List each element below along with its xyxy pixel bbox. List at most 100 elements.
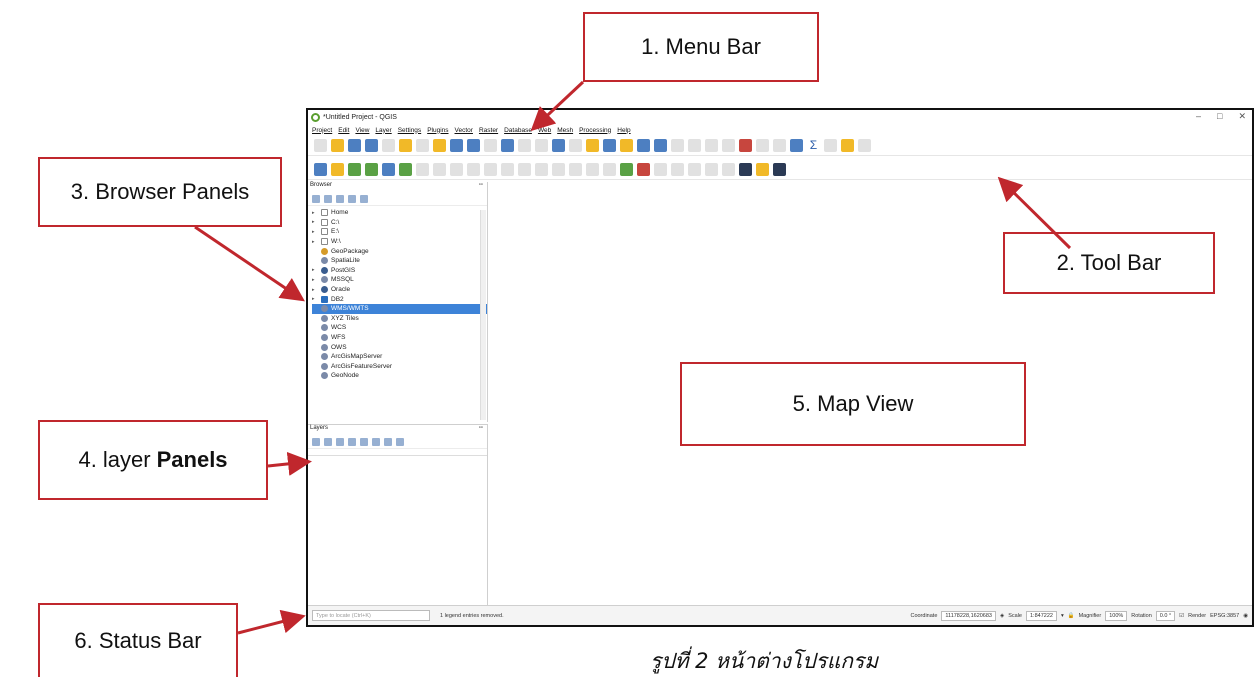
scale-field[interactable]: 1:847222 — [1026, 610, 1057, 621]
collapse-all-icon[interactable] — [348, 194, 356, 203]
browser-item-w-drive[interactable]: ▸ W:\ — [312, 237, 487, 247]
browser-item-oracle[interactable]: ▸ Oracle — [312, 285, 487, 295]
browser-item-postgis[interactable]: ▸ PostGIS — [312, 266, 487, 276]
browser-scrollbar[interactable] — [480, 210, 486, 420]
manage-themes-icon[interactable] — [336, 437, 344, 446]
panel-close-icon[interactable]: ▫▫ — [479, 425, 483, 435]
move-label-icon[interactable] — [688, 163, 701, 176]
menu-mesh[interactable]: Mesh — [557, 127, 573, 134]
new-project-icon[interactable] — [314, 139, 327, 152]
open-styling-icon[interactable] — [312, 437, 320, 446]
show-bookmarks-icon[interactable] — [637, 139, 650, 152]
crs-button[interactable]: EPSG:3857 — [1210, 613, 1239, 619]
statistics-panel-icon[interactable] — [773, 139, 786, 152]
zoom-in-icon[interactable] — [450, 139, 463, 152]
extents-toggle-icon[interactable]: ◈ — [1000, 613, 1004, 619]
close-button[interactable]: ✕ — [1238, 111, 1246, 122]
browser-item-wcs[interactable]: WCS — [312, 323, 487, 333]
identify-icon[interactable] — [671, 139, 684, 152]
copy-features-icon[interactable] — [535, 163, 548, 176]
rotate-label-icon[interactable] — [705, 163, 718, 176]
menu-plugins[interactable]: Plugins — [427, 127, 448, 134]
browser-item-home[interactable]: ▸ Home — [312, 208, 487, 218]
text-annotation-icon[interactable] — [858, 139, 871, 152]
select-icon[interactable] — [688, 139, 701, 152]
menu-database[interactable]: Database — [504, 127, 532, 134]
lock-icon[interactable]: 🔒 — [1068, 613, 1075, 619]
toolbox-icon[interactable] — [756, 139, 769, 152]
zoom-selection-icon[interactable] — [518, 139, 531, 152]
browser-item-e-drive[interactable]: ▸ E:\ — [312, 227, 487, 237]
settings-gear-icon[interactable] — [790, 139, 803, 152]
browser-item-xyz-tiles[interactable]: XYZ Tiles — [312, 314, 487, 324]
cut-features-icon[interactable] — [518, 163, 531, 176]
layers-list[interactable] — [308, 455, 487, 605]
browser-item-spatialite[interactable]: SpatiaLite — [312, 256, 487, 266]
browser-item-arcgis-map-server[interactable]: ArcGisMapServer — [312, 352, 487, 362]
remove-layer-icon[interactable] — [396, 437, 404, 446]
properties-icon[interactable] — [360, 194, 368, 203]
save-project-icon[interactable] — [348, 139, 361, 152]
browser-item-geopackage[interactable]: GeoPackage — [312, 246, 487, 256]
sigma-icon[interactable]: Σ — [807, 139, 820, 152]
field-calculator-icon[interactable] — [739, 139, 752, 152]
map-tips-icon[interactable] — [841, 139, 854, 152]
add-spatialite-icon[interactable] — [399, 163, 412, 176]
panel-close-icon[interactable]: ▫▫ — [479, 182, 483, 192]
new-map-view-icon[interactable] — [586, 139, 599, 152]
coordinate-field[interactable]: 11178228,1620683 — [941, 610, 996, 621]
open-project-icon[interactable] — [331, 139, 344, 152]
label-highlight-icon[interactable] — [637, 163, 650, 176]
redo-icon[interactable] — [586, 163, 599, 176]
render-checkbox[interactable]: ☑ — [1179, 613, 1184, 619]
show-label-icon[interactable] — [671, 163, 684, 176]
paste-features-icon[interactable] — [552, 163, 565, 176]
move-feature-icon[interactable] — [484, 163, 497, 176]
zoom-full-icon[interactable] — [501, 139, 514, 152]
save-edits-icon[interactable] — [450, 163, 463, 176]
vertex-tool-icon[interactable] — [433, 163, 446, 176]
browser-item-wms-wmts[interactable]: WMS/WMTS — [312, 303, 487, 314]
magnifier-field[interactable]: 100% — [1105, 610, 1128, 621]
add-feature-icon[interactable] — [467, 163, 480, 176]
zoom-layer-icon[interactable] — [535, 139, 548, 152]
menu-vector[interactable]: Vector — [455, 127, 473, 134]
expression-filter-icon[interactable] — [360, 437, 368, 446]
browser-item-geonode[interactable]: GeoNode — [312, 371, 487, 381]
new-3d-view-icon[interactable] — [603, 139, 616, 152]
style-manager-icon[interactable] — [399, 139, 412, 152]
pan-to-selection-icon[interactable] — [433, 139, 446, 152]
add-raster-layer-icon[interactable] — [382, 163, 395, 176]
menu-project[interactable]: Project — [312, 127, 332, 134]
zoom-native-icon[interactable] — [552, 139, 565, 152]
save-as-icon[interactable] — [365, 139, 378, 152]
expand-all-icon[interactable] — [372, 437, 380, 446]
browser-item-ows[interactable]: OWS — [312, 342, 487, 352]
scale-dropdown-icon[interactable]: ▾ — [1061, 613, 1064, 619]
refresh-browser-icon[interactable] — [324, 194, 332, 203]
browser-item-arcgis-feature-server[interactable]: ArcGisFeatureServer — [312, 362, 487, 372]
minimize-button[interactable]: – — [1196, 111, 1201, 122]
menu-settings[interactable]: Settings — [398, 127, 422, 134]
python-console-icon[interactable] — [739, 163, 752, 176]
menu-layer[interactable]: Layer — [375, 127, 391, 134]
menu-processing[interactable]: Processing — [579, 127, 611, 134]
browser-item-db2[interactable]: ▸ DB2 — [312, 294, 487, 304]
bookmark-icon[interactable] — [620, 139, 633, 152]
locator-input[interactable]: Type to locate (Ctrl+K) — [312, 610, 430, 621]
menu-view[interactable]: View — [355, 127, 369, 134]
plugin-icon[interactable] — [756, 163, 769, 176]
messages-icon[interactable]: ◉ — [1243, 613, 1248, 619]
zoom-out-icon[interactable] — [467, 139, 480, 152]
data-source-manager-icon[interactable] — [314, 163, 327, 176]
menu-help[interactable]: Help — [617, 127, 630, 134]
collapse-all-icon[interactable] — [384, 437, 392, 446]
edit-pencil-icon[interactable] — [416, 163, 429, 176]
pan-icon[interactable] — [416, 139, 429, 152]
zoom-rubberband-icon[interactable] — [484, 139, 497, 152]
delete-feature-icon[interactable] — [501, 163, 514, 176]
menu-edit[interactable]: Edit — [338, 127, 349, 134]
print-layout-icon[interactable] — [382, 139, 395, 152]
browser-item-mssql[interactable]: ▸ MSSQL — [312, 275, 487, 285]
add-group-icon[interactable] — [324, 437, 332, 446]
